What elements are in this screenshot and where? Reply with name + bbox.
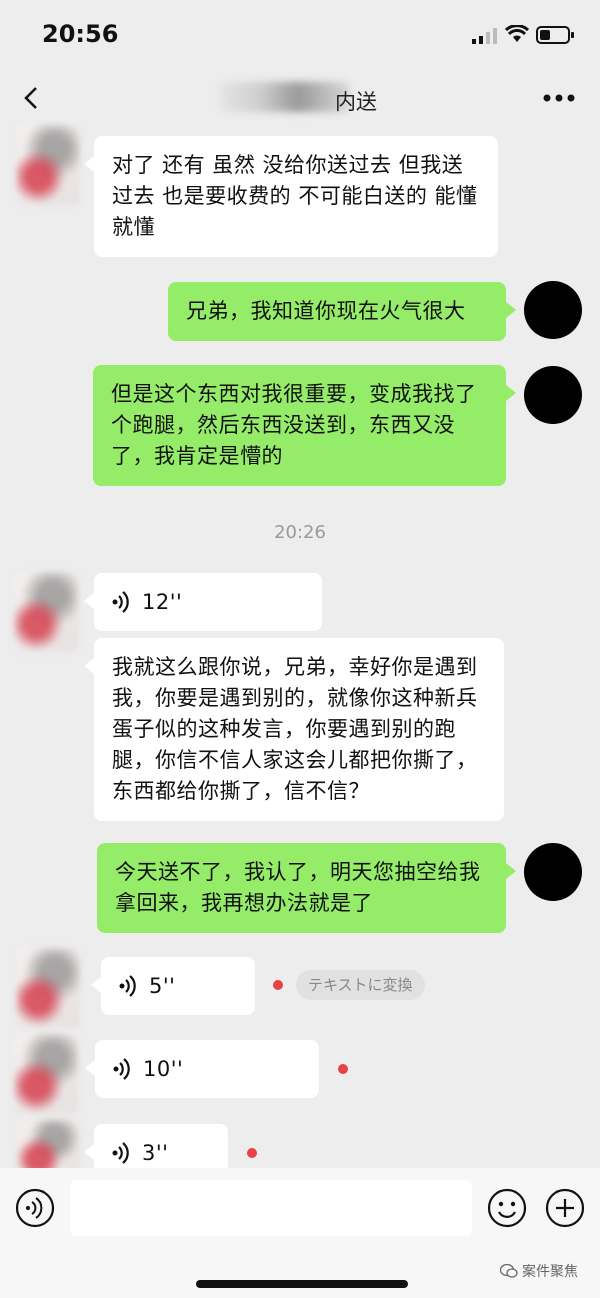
contact-avatar[interactable] [14, 1034, 78, 1114]
more-options-icon[interactable] [542, 92, 576, 104]
contact-avatar[interactable] [16, 948, 80, 1028]
message-bubble-incoming[interactable]: 我就这么跟你说，兄弟，幸好你是遇到我，你要是遇到别的，就像你这种新兵蛋子似的这种… [84, 638, 504, 821]
battery-icon [536, 26, 574, 44]
wechat-logo-icon [500, 1263, 518, 1278]
message-bubble-outgoing[interactable]: 兄弟，我知道你现在火气很大 [168, 282, 516, 341]
self-avatar[interactable] [524, 843, 582, 901]
unread-dot [273, 980, 283, 990]
chat-timestamp: 20:26 [274, 522, 326, 543]
watermark: 案件聚焦 [500, 1261, 578, 1281]
plus-icon[interactable] [545, 1188, 585, 1228]
voice-wave-icon [112, 591, 129, 613]
self-avatar[interactable] [524, 281, 582, 339]
back-arrow-icon[interactable] [20, 84, 44, 112]
nav-bar: 内送 [0, 70, 600, 126]
watermark-text: 案件聚焦 [522, 1264, 578, 1280]
voice-input-icon[interactable] [15, 1188, 55, 1228]
voice-duration: 12'' [142, 589, 183, 614]
status-time: 20:56 [42, 20, 119, 48]
message-bubble-incoming[interactable]: 对了 还有 虽然 没给你送过去 但我送过去 也是要收费的 不可能白送的 能懂就懂 [84, 136, 498, 257]
transcribe-button[interactable]: テキストに変換 [296, 970, 425, 1000]
self-avatar[interactable] [524, 366, 582, 424]
voice-message[interactable]: 10'' [85, 1040, 319, 1098]
voice-wave-icon [113, 1058, 130, 1080]
chat-title: 内送 [335, 90, 377, 114]
wifi-icon [505, 25, 529, 42]
status-bar: 20:56 [0, 0, 600, 70]
voice-wave-icon [112, 1142, 129, 1164]
input-bar: 案件聚焦 [0, 1168, 600, 1298]
message-bubble-outgoing[interactable]: 今天送不了，我认了，明天您抽空给我拿回来，我再想办法就是了 [97, 843, 516, 933]
contact-avatar[interactable] [14, 572, 78, 652]
cellular-signal-icon [472, 28, 497, 44]
contact-avatar[interactable] [16, 125, 80, 205]
home-indicator [196, 1280, 408, 1288]
unread-dot [247, 1148, 257, 1158]
message-bubble-outgoing[interactable]: 但是这个东西对我很重要，变成我找了个跑腿，然后东西没送到，东西又没了，我肯定是懵… [93, 365, 516, 486]
blurred-contact-name [220, 82, 350, 112]
emoji-icon[interactable] [487, 1188, 527, 1228]
message-input[interactable] [70, 1180, 472, 1236]
voice-wave-icon [119, 975, 136, 997]
voice-duration: 5'' [149, 973, 176, 998]
voice-message[interactable]: 12'' [84, 573, 322, 631]
unread-dot [338, 1064, 348, 1074]
voice-message[interactable]: 5'' [91, 957, 255, 1015]
voice-duration: 3'' [142, 1140, 169, 1165]
voice-duration: 10'' [143, 1056, 184, 1081]
